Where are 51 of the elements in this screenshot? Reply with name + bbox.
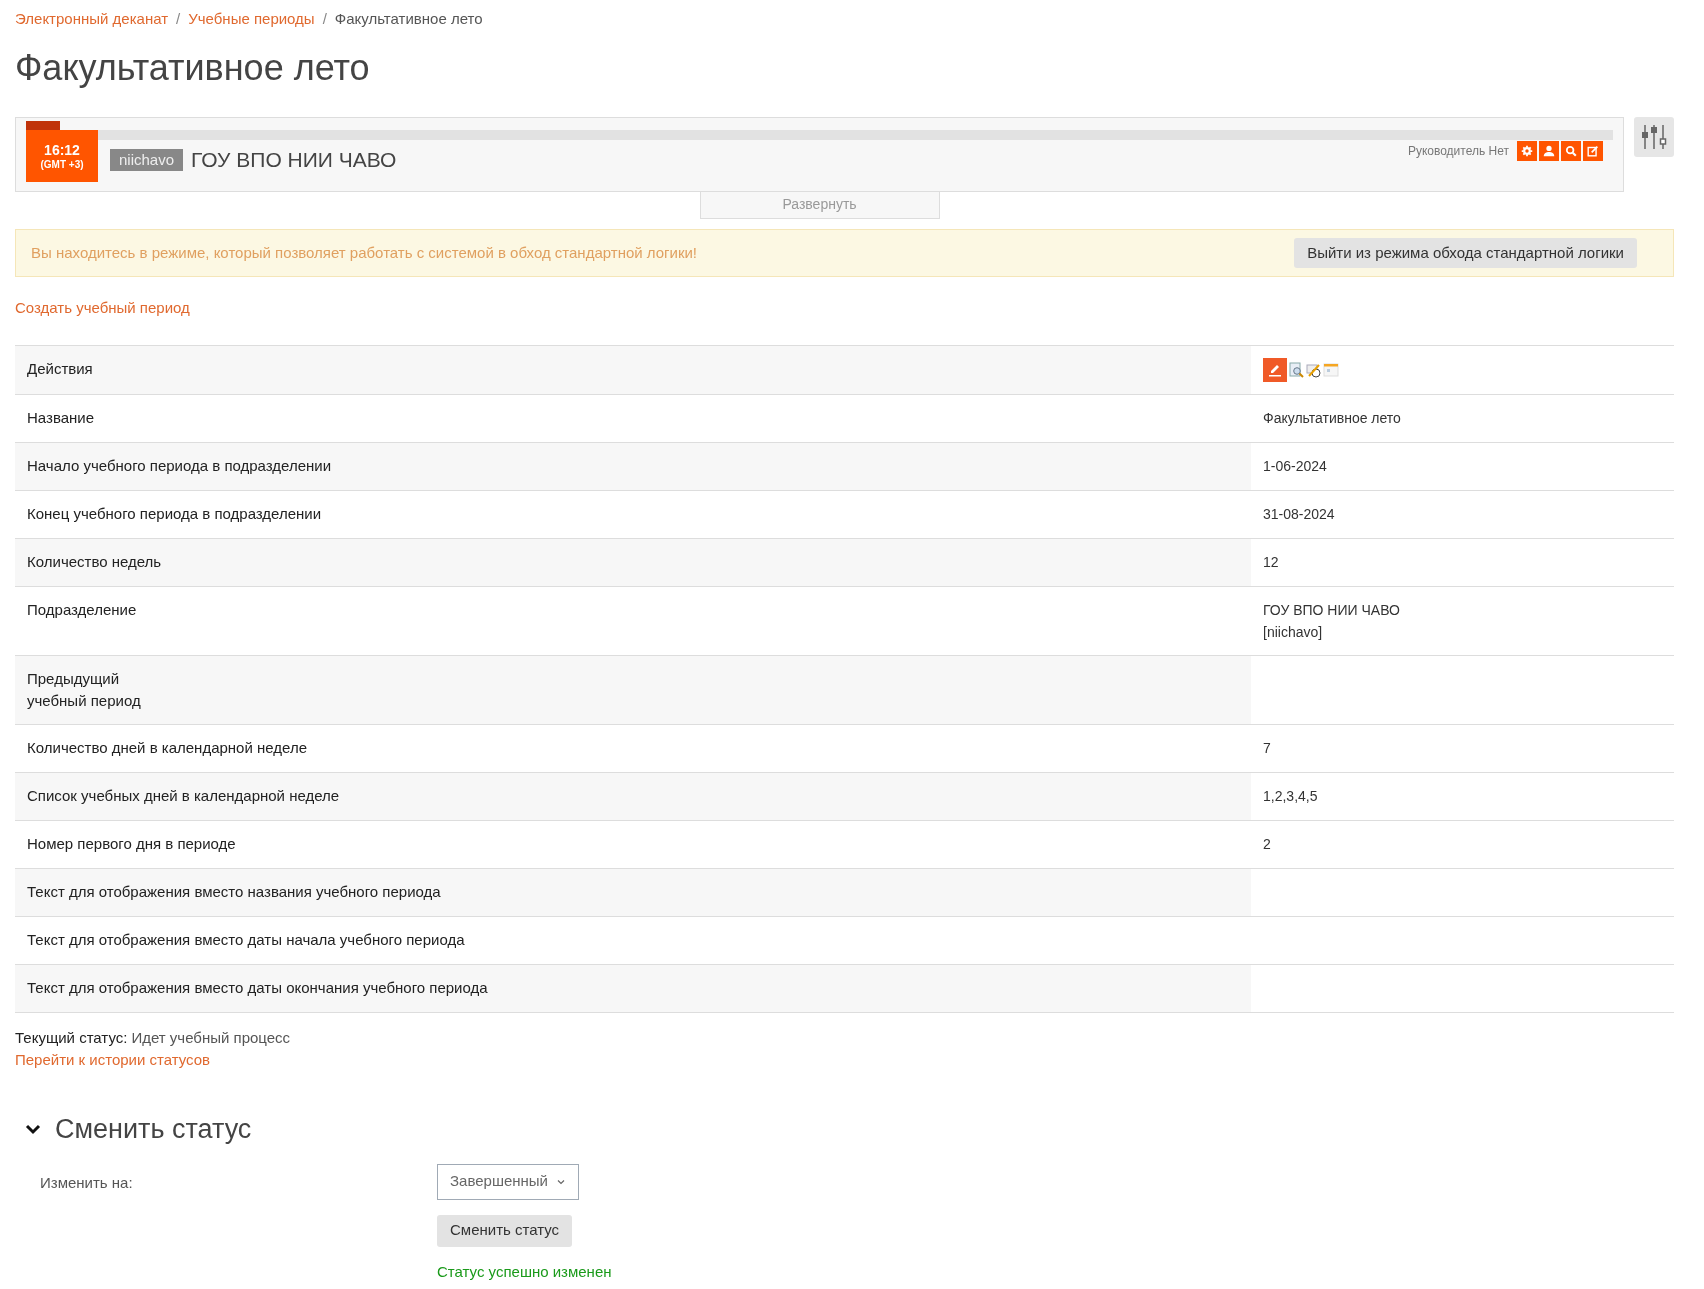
edit-icon[interactable] — [1263, 358, 1287, 382]
field-label: Изменить на: — [39, 1172, 134, 1193]
create-period-link[interactable]: Создать учебный период — [15, 297, 190, 319]
section-title: Сменить статус — [55, 1113, 252, 1146]
user-button[interactable] — [1539, 141, 1559, 161]
org-name: ГОУ ВПО НИИ ЧАВО — [191, 147, 397, 173]
table-cell-value: 1-06-2024 — [1263, 457, 1328, 476]
search-button[interactable] — [1561, 141, 1581, 161]
page-title: Факультативное лето — [15, 46, 371, 90]
table-cell-value: ГОУ ВПО НИИ ЧАВО — [1263, 601, 1401, 620]
table-cell-value: 1,2,3,4,5 — [1263, 787, 1319, 806]
breadcrumb-link[interactable]: Электронный деканат — [15, 7, 169, 31]
status-value: Идет учебный процесс — [131, 1028, 291, 1048]
org-code-badge: niichavo — [110, 148, 184, 171]
breadcrumb-separator: / — [176, 8, 181, 29]
manager-label: Руководитель Нет — [1407, 143, 1509, 160]
user-icon — [1542, 144, 1556, 158]
clock-zone: (GMT +3) — [40, 159, 84, 171]
status-history-link[interactable]: Перейти к истории статусов — [15, 1049, 211, 1071]
pencil-clock-icon[interactable] — [1306, 362, 1322, 378]
clock-time: 16:12 — [44, 141, 80, 159]
change-status-button[interactable]: Сменить статус — [437, 1214, 573, 1247]
table-cell: Начало учебного периода в подразделении — [15, 443, 1251, 490]
table-cell-value: 7 — [1263, 739, 1272, 758]
breadcrumb-link[interactable]: Учебные периоды — [188, 7, 315, 31]
settings-icon — [1520, 144, 1534, 158]
success-message: Статус успешно изменен — [437, 1261, 612, 1282]
table-cell: Предыдущий учебный период — [15, 656, 1251, 724]
exit-mode-button[interactable]: Выйти из режима обхода стандартной логики — [1294, 238, 1637, 268]
table-cell-value: Факультативное лето — [1263, 409, 1402, 428]
breadcrumb-current: Факультативное лето — [334, 8, 483, 29]
alert-message: Вы находитесь в режиме, который позволяет работать с системой в обход стандартной логики! — [31, 242, 698, 263]
settings-button[interactable] — [1517, 141, 1537, 161]
breadcrumb-separator: / — [322, 8, 327, 29]
table-cell: Список учебных дней в календарной неделе — [15, 773, 1251, 820]
status-dropdown[interactable]: Завершенный — [437, 1163, 579, 1200]
edit-icon — [1586, 144, 1600, 158]
table-cell-value: 12 — [1263, 553, 1280, 572]
status-label: Текущий статус: — [15, 1028, 128, 1048]
table-cell-value: 31-08-2024 — [1263, 505, 1336, 524]
table-cell: Текст для отображения вместо названия учебного периода — [15, 869, 1251, 916]
table-cell: Количество недель — [15, 539, 1251, 586]
table-cell: Действия — [15, 346, 1251, 394]
settings-sliders-button[interactable] — [1634, 117, 1674, 157]
table-cell-value: [niichavo] — [1263, 623, 1324, 642]
search-icon — [1564, 144, 1578, 158]
table-cell-value: 2 — [1263, 835, 1272, 854]
expand-tab[interactable]: Развернуть — [699, 191, 940, 219]
table-cell: Текст для отображения вместо даты окончания учебного периода — [15, 965, 1251, 1012]
edit-button[interactable] — [1583, 141, 1603, 161]
sliders-icon — [1641, 123, 1667, 151]
